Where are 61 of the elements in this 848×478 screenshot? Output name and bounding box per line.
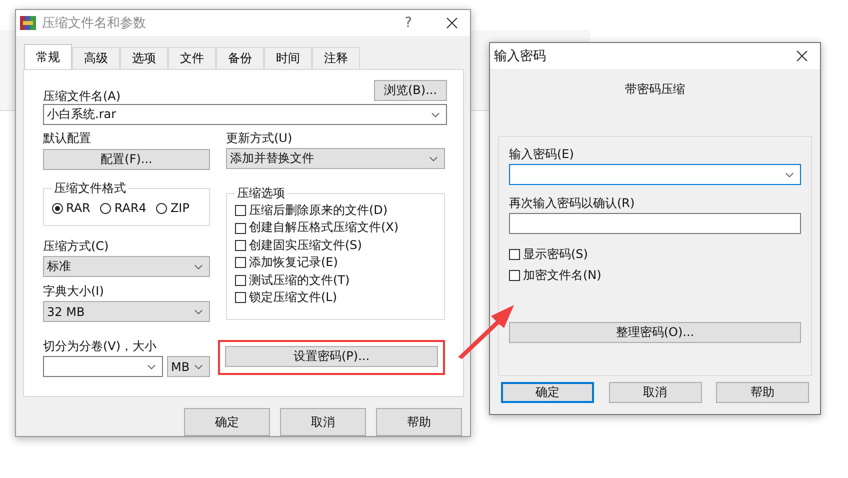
split-size-combo[interactable] — [43, 356, 163, 377]
radio-option[interactable]: RAR — [52, 199, 90, 217]
tab[interactable]: 时间 — [264, 47, 312, 69]
chevron-down-icon — [194, 308, 203, 314]
chevron-down-icon — [785, 172, 794, 178]
field-label: 压缩文件名(A) — [43, 88, 121, 104]
tab[interactable]: 高级 — [72, 47, 120, 69]
unit-combo[interactable]: MB — [167, 356, 210, 377]
books-icon — [20, 15, 36, 31]
checkbox-option[interactable]: 锁定压缩文件(L) — [235, 289, 436, 306]
checkbox-option[interactable]: 显示密码(S) — [509, 244, 801, 265]
tab[interactable]: 常规 — [24, 44, 72, 69]
checkbox-option[interactable]: 添加恢复记录(E) — [235, 254, 436, 272]
dialog-button[interactable]: 帮助 — [376, 408, 462, 436]
tab[interactable]: 文件 — [168, 47, 216, 69]
checkbox-option[interactable]: 加密文件名(N) — [509, 265, 801, 286]
organize-passwords-button[interactable]: 整理密码(O)... — [509, 322, 801, 343]
field-label: 再次输入密码以确认(R) — [509, 195, 636, 211]
tab[interactable]: 注释 — [312, 47, 360, 69]
checkbox-option[interactable]: 压缩后删除原来的文件(D) — [235, 202, 436, 220]
tab[interactable]: 备份 — [216, 47, 264, 69]
close-icon[interactable] — [446, 17, 458, 29]
group-label: 压缩文件格式 — [53, 180, 127, 197]
update-mode-combo[interactable]: 添加并替换文件 — [226, 148, 445, 169]
field-label: 压缩方式(C) — [43, 238, 110, 254]
radio-option[interactable]: ZIP — [156, 199, 190, 217]
tab[interactable]: 选项 — [120, 47, 168, 69]
password-field[interactable] — [509, 164, 801, 185]
chevron-down-icon — [194, 264, 203, 270]
window-title: 输入密码 — [494, 48, 547, 65]
dialog-button[interactable]: 帮助 — [716, 382, 809, 403]
method-combo[interactable]: 标准 — [43, 256, 210, 277]
field-label: 切分为分卷(V)，大小 — [43, 338, 158, 354]
field-label: 更新方式(U) — [226, 130, 294, 146]
close-icon[interactable] — [796, 50, 808, 62]
checkbox-option[interactable]: 测试压缩的文件(T) — [235, 272, 436, 290]
help-button[interactable]: ? — [404, 15, 412, 31]
checkbox-option[interactable]: 创建固实压缩文件(S) — [235, 236, 436, 254]
dialog-button[interactable]: 取消 — [280, 408, 366, 436]
profile-button[interactable]: 配置(F)... — [43, 149, 210, 170]
confirm-password-field[interactable] — [509, 213, 801, 234]
radio-option[interactable]: RAR4 — [100, 199, 146, 217]
arrow — [456, 303, 516, 359]
archive-name-combo[interactable]: 小白系统.rar — [43, 104, 447, 125]
window-title: 压缩文件名和参数 — [42, 15, 147, 32]
chevron-down-icon — [429, 156, 438, 162]
dialog-button[interactable]: 取消 — [608, 382, 702, 403]
chevron-down-icon — [431, 112, 440, 118]
set-password-button[interactable]: 设置密码(P)... — [225, 346, 438, 367]
browse-button[interactable]: 浏览(B)... — [374, 80, 447, 101]
chevron-down-icon — [147, 364, 156, 370]
dialog-button[interactable]: 确定 — [501, 382, 594, 403]
field-label: 输入密码(E) — [509, 146, 575, 162]
field-label: 默认配置 — [43, 130, 92, 146]
chevron-down-icon — [194, 364, 203, 370]
dialog-heading: 带密码压缩 — [624, 81, 686, 98]
group-label: 压缩选项 — [236, 185, 286, 202]
dictionary-combo[interactable]: 32 MB — [43, 301, 210, 322]
checkbox-option[interactable]: 创建自解压格式压缩文件(X) — [235, 219, 436, 237]
field-label: 字典大小(I) — [43, 283, 105, 299]
dialog-button[interactable]: 确定 — [184, 408, 270, 436]
